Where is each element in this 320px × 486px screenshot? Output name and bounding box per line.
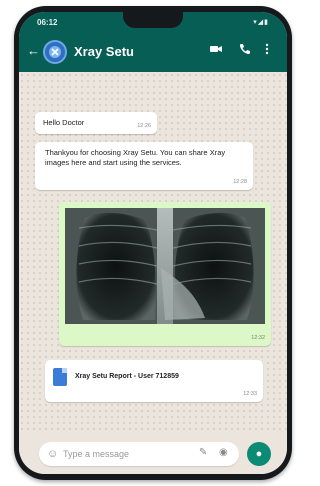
document-icon [53,368,67,386]
chat-title[interactable]: Xray Setu [74,44,134,59]
avatar[interactable] [43,40,67,64]
phone-screen: 06:12 ▾◢▮ ← Xray Setu Hello Doctor 12:26… [19,12,287,474]
phone-icon[interactable] [239,43,251,58]
chat-area[interactable]: Hello Doctor 12:26 Thankyou for choosing… [19,72,287,434]
document-title[interactable]: Xray Setu Report - User 712859 [75,372,179,382]
phone-frame: 06:12 ▾◢▮ ← Xray Setu Hello Doctor 12:26… [14,6,292,480]
compose-bar: ☺ Type a message ✎ ◉ ● [19,434,287,474]
back-arrow-icon[interactable]: ← [27,43,40,58]
status-time: 06:12 [37,18,58,27]
xray-image[interactable] [65,208,265,324]
message-bubble: Thankyou for choosing Xray Setu. You can… [35,142,253,190]
camera-notch [123,12,183,28]
emoji-icon[interactable]: ☺ [47,448,58,460]
message-placeholder: Type a message [63,449,130,459]
more-vertical-icon[interactable] [265,43,269,58]
image-message-bubble[interactable]: 12:32 [59,202,271,346]
avatar-logo-icon [49,46,61,58]
paperclip-icon[interactable]: ✎ [199,447,207,458]
message-time: 12:32 [251,335,265,341]
message-text: Thankyou for choosing Xray Setu. You can… [45,148,226,167]
message-time: 12:26 [137,123,151,129]
message-text: Hello Doctor [43,118,85,127]
chat-header: ← Xray Setu [19,32,287,72]
status-icons: ▾◢▮ [253,19,269,26]
message-input[interactable]: ☺ Type a message ✎ ◉ [39,442,239,466]
camera-icon[interactable]: ◉ [219,447,228,458]
message-bubble: Hello Doctor 12:26 [35,112,157,134]
mic-icon[interactable]: ● [247,442,271,466]
message-time: 12:28 [233,179,247,185]
message-time: 12:33 [243,391,257,397]
video-icon[interactable] [209,43,223,58]
document-message-bubble[interactable]: Xray Setu Report - User 712859 12:33 [45,360,263,402]
